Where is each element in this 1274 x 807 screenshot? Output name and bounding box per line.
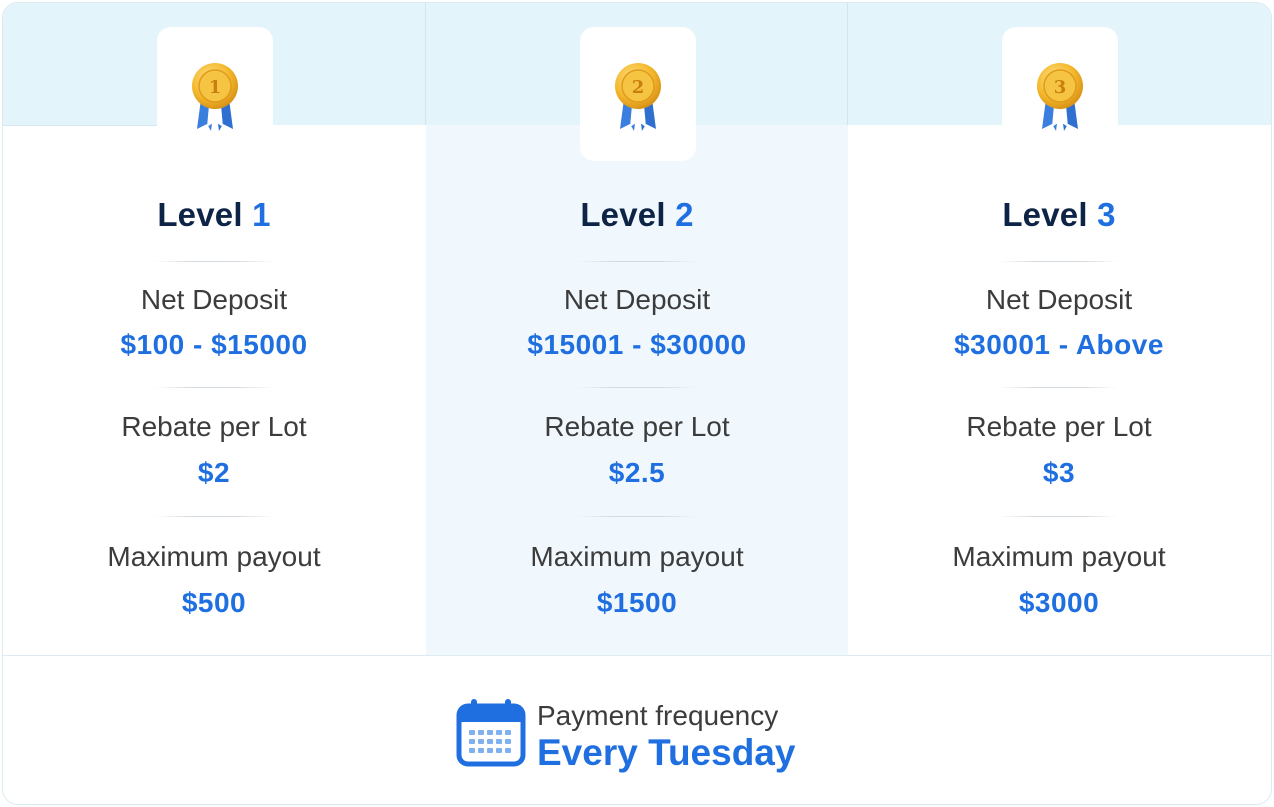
- level-title: Level 1: [3, 196, 425, 234]
- rebate-levels-card: 1 Level 1 Net Deposit $100 - $15000 Reba…: [2, 2, 1272, 805]
- rebate-per-lot-label: Rebate per Lot: [966, 411, 1152, 442]
- footer-divider: [3, 655, 1271, 656]
- level-number: 2: [675, 196, 694, 233]
- gold-medal-1-icon: 1: [192, 63, 238, 131]
- gold-medal-2-icon: 2: [615, 63, 661, 131]
- net-deposit-value: $15001 - $30000: [527, 329, 747, 360]
- level-word: Level: [1002, 196, 1088, 233]
- divider: [577, 387, 697, 388]
- level-number: 3: [1097, 196, 1116, 233]
- medal-number: 1: [209, 77, 222, 98]
- net-deposit-label: Net Deposit: [985, 284, 1133, 315]
- divider: [999, 516, 1119, 517]
- column-divider: [847, 3, 848, 125]
- level-column-3: 3 Level 3 Net Deposit $30001 - Above Reb…: [848, 3, 1270, 655]
- level-column-2: 2 Level 2 Net Deposit $15001 - $30000 Re…: [426, 3, 848, 655]
- net-deposit-label: Net Deposit: [563, 284, 711, 315]
- header-band-edge: [3, 125, 157, 126]
- level-word: Level: [580, 196, 666, 233]
- column-divider: [425, 3, 426, 125]
- rebate-per-lot-value: $3: [1042, 457, 1076, 488]
- payment-frequency-label: Payment frequency: [537, 700, 779, 731]
- maximum-payout-label: Maximum payout: [530, 541, 744, 572]
- level-number: 1: [252, 196, 271, 233]
- divider: [999, 387, 1119, 388]
- maximum-payout-value: $1500: [596, 587, 678, 618]
- medal-badge: 2: [580, 27, 696, 161]
- maximum-payout-label: Maximum payout: [107, 541, 321, 572]
- medal-badge: 1: [157, 27, 273, 161]
- divider: [577, 261, 697, 262]
- divider: [999, 261, 1119, 262]
- rebate-per-lot-value: $2: [197, 457, 231, 488]
- medal-badge: 3: [1002, 27, 1118, 161]
- gold-medal-3-icon: 3: [1037, 63, 1083, 131]
- calendar-icon: [456, 699, 526, 767]
- level-title: Level 2: [426, 196, 848, 234]
- rebate-per-lot-label: Rebate per Lot: [121, 411, 307, 442]
- medal-number: 3: [1054, 77, 1067, 98]
- maximum-payout-label: Maximum payout: [952, 541, 1166, 572]
- divider: [154, 516, 274, 517]
- rebate-per-lot-value: $2.5: [608, 457, 666, 488]
- net-deposit-value: $100 - $15000: [120, 329, 308, 360]
- maximum-payout-value: $3000: [1018, 587, 1100, 618]
- net-deposit-value: $30001 - Above: [954, 329, 1164, 360]
- level-title: Level 3: [848, 196, 1270, 234]
- divider: [154, 261, 274, 262]
- divider: [154, 387, 274, 388]
- level-column-1: 1 Level 1 Net Deposit $100 - $15000 Reba…: [3, 3, 425, 655]
- rebate-per-lot-label: Rebate per Lot: [544, 411, 730, 442]
- maximum-payout-value: $500: [181, 587, 247, 618]
- level-word: Level: [157, 196, 243, 233]
- divider: [577, 516, 697, 517]
- net-deposit-label: Net Deposit: [140, 284, 288, 315]
- medal-number: 2: [632, 77, 645, 98]
- payment-frequency-value: Every Tuesday: [537, 732, 796, 773]
